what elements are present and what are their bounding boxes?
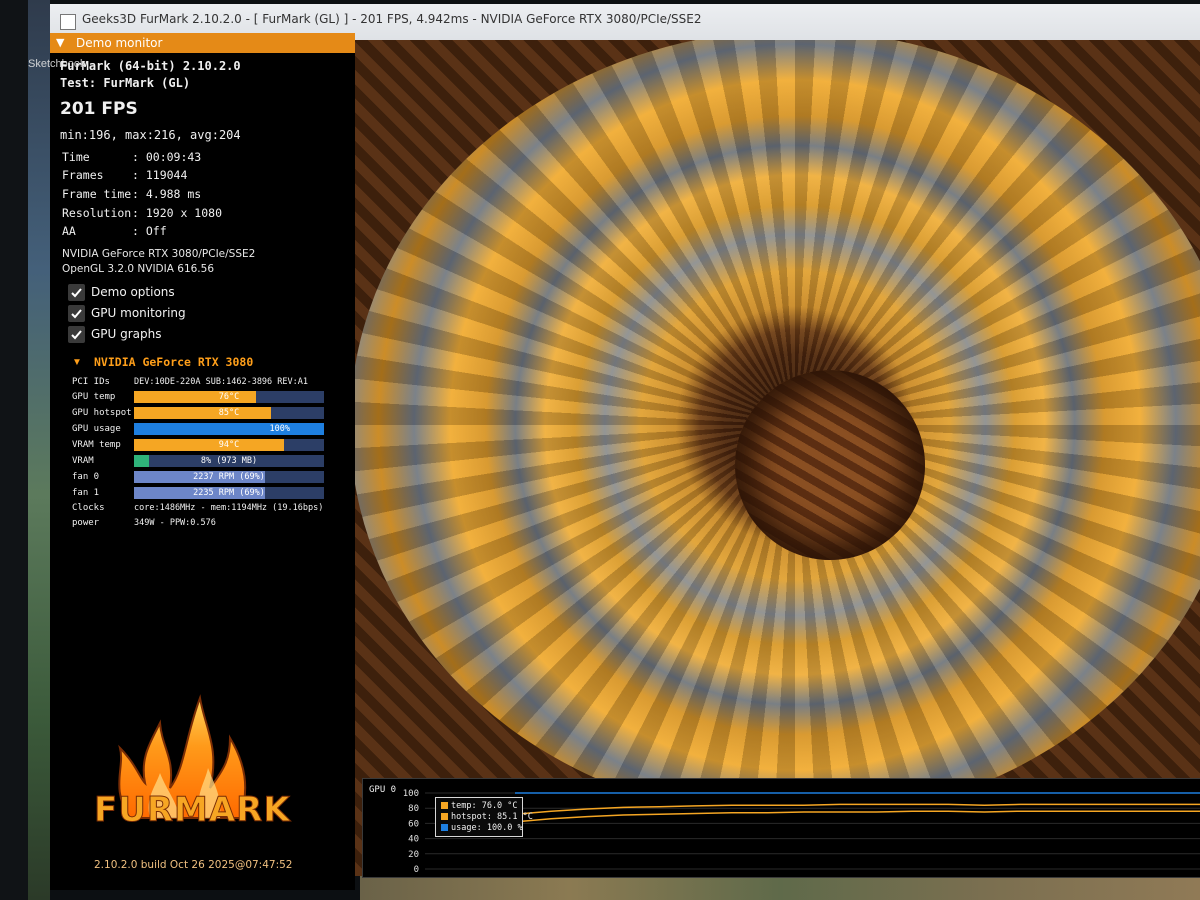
bar-track: 85°C: [134, 407, 324, 419]
test-name: Test: FurMark (GL): [60, 76, 191, 90]
y-tick-label: 60: [408, 819, 419, 829]
pci-ids-value: DEV:10DE-220A SUB:1462-3896 REV:A1: [134, 377, 308, 387]
fps-value: 201 FPS: [60, 99, 138, 119]
checkmark-icon: [71, 309, 82, 319]
series-line-temp: [514, 810, 1200, 823]
bar-label: VRAM: [72, 456, 94, 466]
series-line-hotspot: [514, 803, 1200, 816]
gpu-graph-panel: GPU 0 100 80 60 40 20 0 temp: 76.0 °C hotspot…: [362, 778, 1200, 878]
collapse-caret-icon[interactable]: ▼: [56, 36, 64, 49]
render-viewport: [355, 40, 1200, 876]
demo-monitor-title: Demo monitor: [76, 36, 163, 50]
legend-item-temp: temp: 76.0 °C: [441, 801, 518, 811]
y-tick-label: 20: [408, 850, 419, 860]
demo-monitor-panel: ▼ Demo monitor FurMark (64-bit) 2.10.2.0…: [50, 33, 355, 890]
y-tick-label: 0: [414, 865, 419, 875]
bar-label: fan 1: [72, 488, 100, 498]
clocks-label: Clocks: [72, 503, 105, 513]
bar-value: 2235 RPM (69%): [193, 488, 265, 498]
legend-swatch: [441, 813, 448, 820]
opengl-info: OpenGL 3.2.0 NVIDIA 616.56: [62, 263, 214, 275]
option-label: GPU graphs: [91, 327, 162, 341]
y-tick-label: 80: [408, 804, 419, 814]
y-tick-label: 100: [403, 789, 419, 799]
bar-value: 76°C: [218, 392, 240, 402]
fps-stats: min:196, max:216, avg:204: [60, 128, 241, 142]
graph-legend: temp: 76.0 °C hotspot: 85.1 °C usage: 10…: [435, 797, 533, 837]
bar-label: GPU usage: [72, 424, 121, 434]
bar-track: 8% (973 MB): [134, 455, 324, 467]
gpu-name: NVIDIA GeForce RTX 3080: [94, 355, 254, 369]
checkbox-demo-options[interactable]: [68, 284, 85, 301]
bar-value: 100%: [269, 424, 290, 434]
clocks-value: core:1486MHz - mem:1194MHz (19.16bps): [134, 503, 324, 513]
checkmark-icon: [71, 288, 82, 298]
app-window-icon: [60, 14, 76, 30]
bar-track: 2235 RPM (69%): [134, 487, 324, 499]
option-label: Demo options: [91, 285, 175, 299]
window-title: Geeks3D FurMark 2.10.2.0 - [ FurMark (GL…: [82, 12, 702, 26]
checkbox-gpu-monitoring[interactable]: [68, 305, 85, 322]
legend-item-usage: usage: 100.0 %: [441, 823, 523, 833]
power-value: 349W - PPW:0.576: [134, 518, 216, 528]
bar-label: GPU hotspot: [72, 408, 132, 418]
legend-item-hotspot: hotspot: 85.1 °C: [441, 812, 533, 822]
bar-value: 8% (973 MB): [200, 456, 258, 466]
bar-value: 2237 RPM (69%): [193, 472, 265, 482]
furmark-logo-text: FURMARK: [94, 790, 291, 831]
bar-track: 2237 RPM (69%): [134, 471, 324, 483]
bar-track: 100%: [134, 423, 324, 435]
donut-hole: [735, 370, 925, 560]
app-version: FurMark (64-bit) 2.10.2.0: [60, 59, 241, 73]
bar-value: 85°C: [218, 408, 240, 418]
bar-track: 94°C: [134, 439, 324, 451]
renderer-info: NVIDIA GeForce RTX 3080/PCIe/SSE2: [62, 248, 256, 260]
bar-label: VRAM temp: [72, 440, 121, 450]
option-label: GPU monitoring: [91, 306, 186, 320]
bar-track: 76°C: [134, 391, 324, 403]
checkbox-gpu-graphs[interactable]: [68, 326, 85, 343]
desktop-wallpaper-strip: [28, 0, 50, 900]
build-info: 2.10.2.0 build Oct 26 2025@07:47:52: [94, 859, 293, 871]
expand-triangle-icon[interactable]: ▼: [72, 357, 82, 368]
checkmark-icon: [71, 330, 82, 340]
legend-swatch: [441, 824, 448, 831]
legend-swatch: [441, 802, 448, 809]
demo-monitor-header[interactable]: ▼ Demo monitor: [50, 33, 355, 53]
pci-ids-label: PCI IDs: [72, 377, 110, 387]
desktop-icon-label[interactable]: Sketchbook: [28, 58, 85, 70]
desktop-wallpaper-bottom: [360, 876, 1200, 900]
bar-value: 94°C: [218, 440, 240, 450]
power-label: power: [72, 518, 100, 528]
y-tick-label: 40: [408, 835, 419, 845]
bar-label: fan 0: [72, 472, 100, 482]
bar-label: GPU temp: [72, 392, 116, 402]
